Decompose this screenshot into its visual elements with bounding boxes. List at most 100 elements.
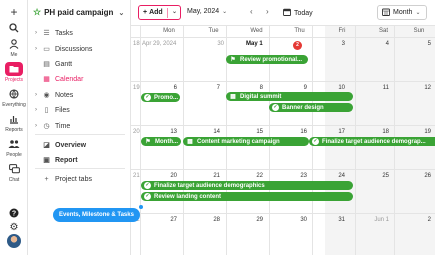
date-cell[interactable]: 31 (313, 217, 345, 223)
rail-search[interactable] (0, 21, 28, 35)
date-cell[interactable]: May 1 (227, 41, 263, 47)
date-cell[interactable]: 15 (227, 129, 263, 135)
sidebar-item-files[interactable]: › ▯ Files (35, 106, 70, 115)
date-cell[interactable]: 9 (270, 85, 307, 91)
check-icon: ✓ (144, 193, 151, 200)
me-icon (6, 37, 22, 51)
button-divider (167, 8, 168, 18)
check-icon: ✓ (312, 138, 319, 145)
project-switcher[interactable]: ☆ PH paid campaign ⌄ (33, 7, 124, 18)
view-selector[interactable]: Month ⌄ (377, 5, 427, 20)
event-title: Review landing content (154, 193, 222, 200)
date-cell[interactable]: Apr 29, 2024 (141, 41, 178, 47)
sidebar-item-label: Gantt (55, 60, 73, 68)
sidebar-item-project-tabs[interactable]: + Project tabs (35, 176, 92, 183)
chevron-down-icon[interactable]: ⌄ (172, 8, 177, 15)
rail-everything[interactable]: Everything (0, 87, 28, 108)
tooltip-label: Events, Milestone & Tasks (59, 212, 134, 218)
sidebar-item-label: Overview (55, 141, 87, 149)
svg-text:?: ? (12, 211, 16, 218)
grid-line (131, 213, 435, 214)
date-cell[interactable]: 29 (227, 217, 263, 223)
rail-help[interactable]: ? (0, 206, 28, 220)
date-cell[interactable]: 13 (141, 129, 177, 135)
rail-label-chat: Chat (8, 177, 20, 183)
rail-add[interactable]: + (0, 5, 28, 19)
rail-label-reports: Reports (5, 127, 23, 133)
event-banner-design[interactable]: ✓ Banner design (269, 103, 353, 112)
date-cell[interactable]: Jun 1 (356, 217, 389, 223)
date-cell[interactable]: 11 (356, 85, 389, 91)
rail-reports[interactable]: Reports (0, 112, 28, 133)
gear-icon: ⚙ (9, 221, 19, 233)
notes-icon: ◉ (43, 92, 50, 99)
sidebar-item-overview[interactable]: ◪ Overview (35, 141, 87, 150)
date-cell[interactable]: 14 (184, 129, 220, 135)
date-cell[interactable]: 25 (356, 173, 389, 179)
sidebar-item-notes[interactable]: › ◉ Notes (35, 91, 73, 100)
search-icon (6, 21, 22, 35)
date-cell[interactable]: 6 (141, 85, 177, 91)
date-cell[interactable]: 28 (184, 217, 220, 223)
event-content-marketing-campaign[interactable]: ▦ Content marketing campaign (183, 137, 309, 146)
sidebar-item-label: Files (55, 106, 70, 114)
event-review-promotional[interactable]: ⚑ Review promotional... (226, 55, 308, 64)
rail-me[interactable]: Me (0, 37, 28, 58)
event-digital-summit[interactable]: ▦ Digital summit (226, 92, 353, 101)
date-cell[interactable]: 27 (141, 217, 177, 223)
files-icon: ▯ (44, 107, 49, 114)
date-cell[interactable]: 23 (270, 173, 307, 179)
chevron-left-icon[interactable]: ‹ (250, 7, 253, 16)
rail-projects[interactable]: Projects (0, 62, 28, 83)
star-icon[interactable]: ☆ (33, 7, 41, 18)
sidebar-item-time[interactable]: › ◷ Time (35, 122, 70, 131)
date-cell[interactable]: 19 (395, 129, 431, 135)
date-cell[interactable]: 12 (395, 85, 431, 91)
chevron-right-icon[interactable]: › (266, 7, 269, 16)
today-button[interactable]: Today (283, 8, 313, 18)
add-button-label: Add (149, 9, 163, 16)
rail-chat[interactable]: Chat (0, 162, 28, 183)
date-cell[interactable]: 18 (356, 129, 389, 135)
sidebar-item-discussions[interactable]: › ▭ Discussions (35, 45, 92, 54)
date-cell[interactable]: 30 (270, 217, 307, 223)
sidebar-item-gantt[interactable]: ▤ Gantt (35, 60, 73, 69)
chevron-down-icon: ⌄ (222, 9, 228, 15)
date-cell[interactable]: 26 (395, 173, 431, 179)
grid-line (131, 125, 435, 126)
date-cell[interactable]: 7 (184, 85, 220, 91)
event-month[interactable]: ⚑ Month... (141, 137, 181, 146)
sidebar-item-tasks[interactable]: › ☰ Tasks (35, 29, 73, 38)
date-cell[interactable]: 30 (184, 41, 224, 47)
date-cell[interactable]: 2 (395, 217, 431, 223)
date-cell[interactable]: 16 (270, 129, 307, 135)
event-title: Month... (155, 138, 178, 145)
month-label: May, 2024 (187, 8, 220, 15)
date-cell[interactable]: 20 (141, 173, 177, 179)
event-title: Banner design (282, 104, 324, 111)
rail-people[interactable]: People (0, 137, 28, 158)
calendar-grid-icon: ▦ (187, 139, 193, 145)
calendar-icon (283, 8, 291, 18)
event-finalize-target-audience[interactable]: ✓ Finalize target audience demographics (141, 181, 353, 190)
date-cell[interactable]: 4 (356, 41, 389, 47)
date-cell[interactable]: 5 (395, 41, 431, 47)
sidebar-item-report[interactable]: ▣ Report (35, 156, 77, 165)
date-cell[interactable]: 8 (227, 85, 263, 91)
rail-settings[interactable]: ⚙ (0, 220, 28, 234)
rail-avatar[interactable] (0, 234, 28, 248)
event-promo[interactable]: ✓ Promo... (141, 93, 180, 102)
plus-icon: + (44, 176, 49, 183)
today-badge: 2 (293, 41, 302, 50)
sidebar-item-calendar[interactable]: ▦ Calendar (35, 75, 83, 84)
month-selector[interactable]: May, 2024 ⌄ (187, 8, 227, 15)
event-finalize-target-audience-continued[interactable]: ✓ Finalize target audience demograp... (309, 137, 435, 146)
date-cell[interactable]: 17 (313, 129, 345, 135)
add-button[interactable]: + Add ⌄ (138, 5, 181, 20)
date-cell[interactable]: 24 (313, 173, 345, 179)
date-cell[interactable]: 21 (184, 173, 220, 179)
date-cell[interactable]: 10 (313, 85, 345, 91)
event-review-landing-content[interactable]: ✓ Review landing content (141, 192, 353, 201)
date-cell[interactable]: 3 (313, 41, 345, 47)
date-cell[interactable]: 22 (227, 173, 263, 179)
